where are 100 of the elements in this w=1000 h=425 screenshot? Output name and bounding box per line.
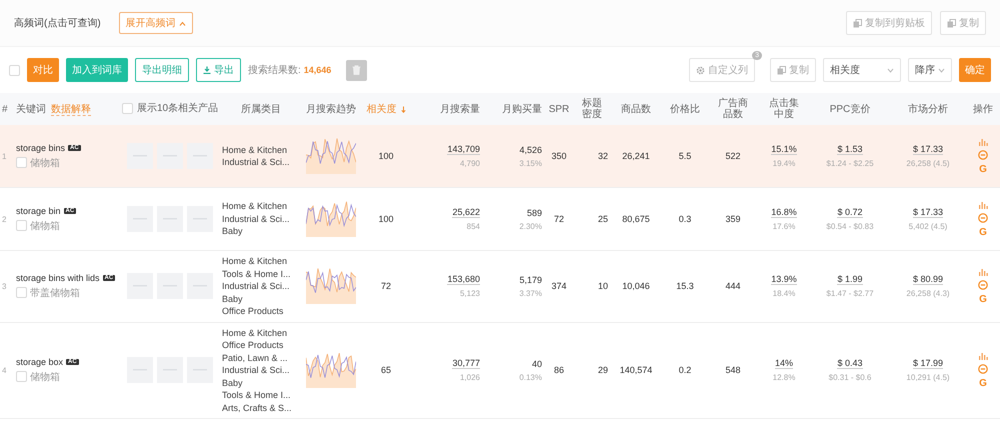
column-header: 展示10条相关产品 [137, 102, 218, 116]
market-price: $ 80.99 [912, 274, 944, 286]
column-header: 点击集中度 [768, 98, 800, 120]
circle-icon[interactable] [978, 212, 988, 222]
copy-button[interactable]: 复制 [770, 58, 816, 82]
ppc-bid-range: $1.24 - $2.25 [826, 159, 874, 168]
bar-chart-icon[interactable] [978, 268, 988, 276]
trend-sparkline [306, 138, 356, 174]
category-name: Home & Kitchen [222, 200, 288, 213]
relevance-value: 65 [380, 365, 391, 376]
bar-chart-icon[interactable] [978, 138, 988, 146]
column-header: 月搜索量 [440, 104, 480, 115]
row-checkbox[interactable] [16, 220, 27, 231]
price-ratio: 0.2 [678, 365, 692, 376]
category-name: Arts, Crafts & S... [222, 402, 293, 414]
section-title: 高频词(点击可查询) [14, 16, 101, 30]
product-count: 26,241 [622, 151, 650, 161]
purchase-volume: 4,526 [519, 144, 542, 154]
category-name: Home & Kitchen [222, 144, 288, 156]
ad-product-count: 444 [725, 281, 741, 292]
sort-down-icon [400, 106, 406, 112]
image-placeholder [157, 206, 183, 232]
keyword-link[interactable]: storage bins [16, 142, 66, 152]
click-concentration: 15.1% [771, 144, 797, 155]
copy-icon [853, 18, 862, 28]
search-engine-link[interactable]: G [979, 164, 987, 174]
ad-product-count: 522 [725, 151, 741, 161]
ad-product-count: 359 [725, 214, 741, 224]
click-concentration-sub: 12.8% [772, 373, 796, 382]
copy-button[interactable]: 复制 [940, 11, 986, 35]
search-volume-sub: 4,790 [460, 159, 480, 168]
data-explanation-link[interactable]: 数据解释 [51, 104, 91, 116]
keyword-link[interactable]: storage bin [16, 206, 61, 216]
title-density-value: 29 [598, 365, 608, 376]
row-checkbox[interactable] [16, 157, 27, 168]
image-placeholder [127, 357, 153, 384]
circle-icon[interactable] [978, 364, 988, 374]
click-concentration: 14% [774, 358, 793, 370]
column-header: 所属类目 [241, 104, 281, 115]
sort-order-select[interactable]: 降序 [908, 58, 952, 82]
category-name: Home & Kitchen [222, 255, 288, 268]
title-density-value: 32 [598, 151, 608, 161]
circle-icon[interactable] [978, 150, 988, 160]
image-placeholder [187, 357, 213, 384]
purchase-rate: 0.13% [519, 372, 542, 382]
title-density-value: 10 [598, 281, 608, 292]
sort-field-select[interactable]: 相关度 [823, 58, 901, 82]
search-volume-sub: 1,026 [460, 373, 480, 382]
purchase-rate: 3.15% [519, 158, 542, 168]
bar-chart-icon[interactable] [978, 352, 988, 360]
ppc-bid-range: $1.47 - $2.77 [826, 289, 874, 298]
copy-to-clipboard-button[interactable]: 复制到剪贴板 [846, 11, 932, 35]
image-placeholder [127, 206, 153, 232]
row-number: 2 [2, 215, 6, 224]
category-name: Office Products [222, 305, 284, 318]
keyword-link[interactable]: storage box [16, 356, 64, 367]
confirm-button[interactable]: 确定 [959, 58, 991, 82]
category-name: Industrial & Sci... [222, 156, 291, 168]
keyword-link[interactable]: storage bins with lids [16, 272, 100, 283]
export-detail-button[interactable]: 导出明细 [135, 58, 189, 82]
circle-icon[interactable] [978, 280, 988, 290]
image-placeholder [187, 206, 213, 232]
result-count: 14,646 [304, 65, 332, 75]
search-volume-sub: 854 [466, 222, 480, 231]
export-button[interactable]: 导出 [196, 58, 241, 82]
category-name: Office Products [222, 339, 284, 352]
settings-icon [696, 66, 705, 74]
search-engine-link[interactable]: G [979, 226, 987, 238]
delete-button[interactable] [346, 60, 368, 80]
search-engine-link[interactable]: G [979, 378, 987, 389]
download-icon [203, 66, 211, 74]
market-listing-count: 10,291 (4.5) [906, 373, 950, 382]
search-volume: 143,709 [447, 144, 480, 155]
category-name: Industrial & Sci... [222, 212, 291, 226]
select-all-checkbox[interactable] [9, 64, 20, 76]
add-to-library-button[interactable]: 加入到词库 [66, 58, 128, 82]
market-price: $ 17.99 [912, 358, 944, 370]
row-checkbox[interactable] [16, 371, 27, 382]
column-header: 广告商品数 [718, 98, 748, 120]
product-count: 10,046 [622, 281, 650, 292]
bar-chart-icon[interactable] [978, 200, 988, 208]
title-density-value: 25 [598, 214, 608, 224]
row-number: 3 [2, 282, 6, 292]
image-placeholder [157, 273, 183, 300]
show-products-checkbox[interactable] [122, 102, 133, 114]
custom-columns-button[interactable]: 自定义列 [689, 58, 755, 82]
expand-button[interactable]: 展开高频词 [118, 12, 193, 34]
purchase-rate: 2.30% [519, 222, 542, 230]
search-volume: 30,777 [452, 358, 480, 370]
market-listing-count: 5,402 (4.5) [908, 222, 948, 231]
compare-button[interactable]: 对比 [27, 58, 59, 82]
click-concentration-sub: 19.4% [772, 159, 796, 168]
click-concentration-sub: 17.6% [772, 222, 796, 231]
category-name: Baby [222, 225, 244, 238]
row-checkbox[interactable] [16, 287, 27, 298]
category-name: Tools & Home I... [222, 268, 292, 280]
column-header: 操作 [973, 104, 993, 115]
spr-value: 72 [554, 214, 564, 224]
search-engine-link[interactable]: G [979, 294, 987, 305]
column-header: 月购买量 [502, 104, 542, 115]
